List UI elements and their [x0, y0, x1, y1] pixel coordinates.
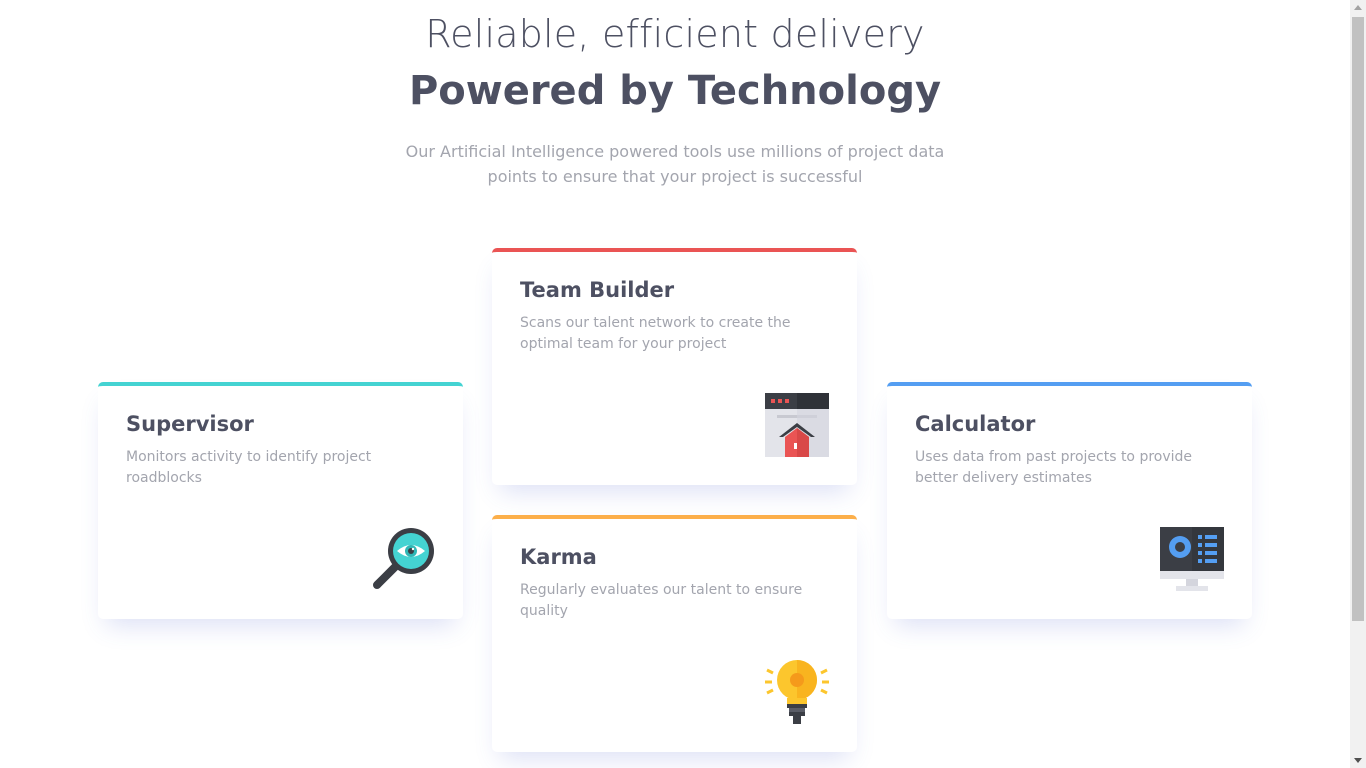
page: Reliable, efficient delivery Powered by …	[0, 0, 1350, 768]
card-title: Calculator	[915, 412, 1036, 436]
card-description: Regularly evaluates our talent to ensure…	[520, 582, 803, 619]
intro-text: Our Artificial Intelligence powered tool…	[405, 142, 945, 186]
heading-bold: Powered by Technology	[408, 68, 942, 114]
vertical-scrollbar[interactable]	[1350, 0, 1366, 768]
karma-icon	[765, 660, 829, 724]
card-team-builder: Team Builder Scans our talent network to…	[492, 248, 857, 485]
card-karma: Karma Regularly evaluates our talent to …	[492, 515, 857, 752]
scrollbar-thumb[interactable]	[1352, 17, 1364, 621]
card-description: Uses data from past projects to provide …	[915, 449, 1193, 486]
card-title: Supervisor	[126, 412, 254, 436]
team-builder-icon	[765, 393, 829, 457]
card-description: Scans our talent network to create the o…	[520, 315, 791, 352]
card-title: Karma	[520, 545, 597, 569]
scroll-down-arrow-icon[interactable]	[1354, 758, 1362, 763]
card-calculator: Calculator Uses data from past projects …	[887, 382, 1252, 619]
calculator-icon	[1160, 527, 1224, 591]
supervisor-icon	[373, 528, 434, 589]
card-title: Team Builder	[520, 278, 675, 302]
heading-light: Reliable, efficient delivery	[425, 12, 925, 56]
card-supervisor: Supervisor Monitors activity to identify…	[98, 382, 463, 619]
card-description: Monitors activity to identify project ro…	[126, 449, 372, 486]
scroll-up-arrow-icon[interactable]	[1354, 5, 1362, 10]
